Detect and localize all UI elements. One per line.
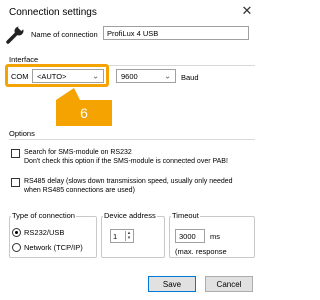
sms-module-checkbox[interactable] bbox=[11, 149, 20, 158]
baud-select[interactable]: 9600 ⌄ bbox=[116, 69, 176, 83]
spinner-arrows-icon[interactable]: ▴ ▾ bbox=[125, 231, 132, 241]
interface-group-label: Interface bbox=[9, 55, 39, 64]
baud-value: 9600 bbox=[121, 71, 138, 81]
timeout-unit: ms bbox=[210, 232, 220, 241]
rs232-radio[interactable] bbox=[12, 228, 21, 237]
timeout-value: 3000 bbox=[179, 231, 196, 241]
callout-pointer bbox=[56, 88, 80, 100]
device-address-stepper[interactable]: 1 ▴ ▾ bbox=[110, 229, 134, 243]
connection-name-input[interactable]: ProfiLux 4 USB bbox=[103, 26, 249, 40]
cancel-button[interactable]: Cancel bbox=[205, 276, 253, 292]
rs485-delay-label: RS485 delay (slows down transmission spe… bbox=[24, 177, 258, 195]
network-radio[interactable] bbox=[12, 243, 21, 252]
close-icon[interactable]: ✕ bbox=[240, 3, 254, 19]
rs232-radio-label: RS232/USB bbox=[24, 228, 65, 237]
sms-module-line1: Search for SMS-module on RS232 bbox=[24, 149, 132, 156]
options-divider bbox=[9, 139, 255, 140]
network-radio-label: Network (TCP/IP) bbox=[24, 243, 83, 252]
sms-module-line2: Don't check this option if the SMS-modul… bbox=[24, 158, 228, 165]
chevron-down-icon: ⌄ bbox=[164, 71, 171, 81]
rs485-delay-line2: when RS485 connections are used) bbox=[24, 187, 135, 194]
timeout-label: Timeout bbox=[171, 211, 200, 220]
timeout-input[interactable]: 3000 bbox=[175, 229, 205, 243]
options-group-label: Options bbox=[9, 129, 35, 138]
rs485-delay-checkbox[interactable] bbox=[11, 178, 20, 187]
baud-label: Baud bbox=[181, 73, 199, 82]
connection-type-label: Type of connection bbox=[11, 211, 76, 220]
chevron-down-icon: ⌄ bbox=[92, 71, 99, 81]
window-title: Connection settings bbox=[9, 7, 97, 18]
timeout-note: (max. response bbox=[175, 247, 227, 256]
com-port-value: <AUTO> bbox=[37, 71, 67, 81]
connection-name-label: Name of connection bbox=[31, 30, 98, 39]
com-port-select[interactable]: <AUTO> ⌄ bbox=[32, 69, 104, 83]
connection-name-value: ProfiLux 4 USB bbox=[107, 28, 159, 38]
rs485-delay-line1: RS485 delay (slows down transmission spe… bbox=[24, 178, 233, 185]
com-label: COM bbox=[11, 72, 29, 81]
step-badge: 6 bbox=[56, 100, 112, 126]
sms-module-label: Search for SMS-module on RS232 Don't che… bbox=[24, 148, 256, 166]
wrench-icon bbox=[6, 24, 26, 44]
device-address-label: Device address bbox=[103, 211, 157, 220]
device-address-value: 1 bbox=[113, 231, 118, 241]
save-button[interactable]: Save bbox=[148, 276, 196, 292]
